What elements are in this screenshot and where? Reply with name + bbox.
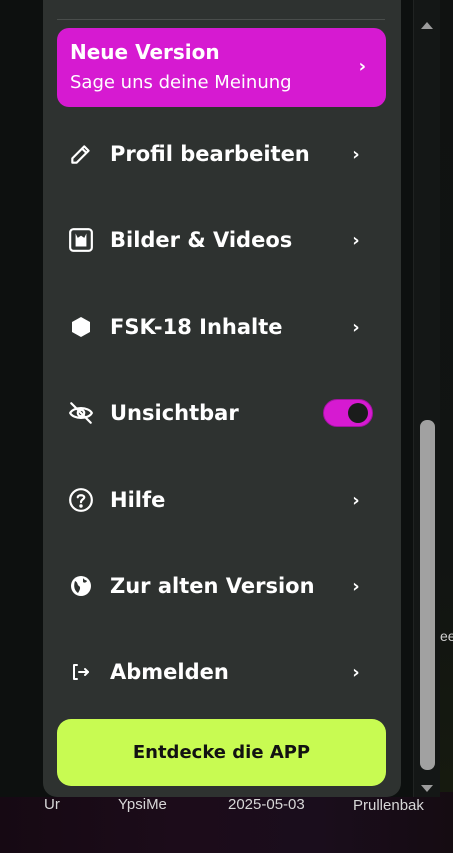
chevron-right-icon: › [352, 143, 360, 165]
eye-off-icon [68, 400, 94, 426]
menu-item-edit-profile[interactable]: Profil bearbeiten › [57, 130, 386, 178]
desktop-icon-label-recycle-bin[interactable]: Prullenbak [353, 797, 424, 814]
toggle-knob [348, 403, 368, 423]
menu-item-label: Profil bearbeiten [110, 142, 310, 166]
hexagon-icon [68, 314, 94, 340]
desktop-partial-text: ee [440, 628, 453, 644]
menu-item-old-version[interactable]: Zur alten Version › [57, 562, 386, 610]
menu-item-media[interactable]: Bilder & Videos › [57, 216, 386, 264]
desktop-icon-label-ypsime[interactable]: YpsiMe [118, 796, 167, 813]
globe-icon [68, 573, 94, 599]
promo-title: Neue Version [70, 40, 220, 64]
menu-item-label: Bilder & Videos [110, 228, 293, 252]
menu-item-label: Abmelden [110, 660, 229, 684]
menu-item-label: Hilfe [110, 488, 166, 512]
chevron-right-icon: › [352, 229, 360, 251]
menu-item-label: Unsichtbar [110, 401, 239, 425]
invisible-toggle[interactable] [323, 399, 373, 427]
chevron-right-icon: › [352, 575, 360, 597]
new-version-banner[interactable]: Neue Version Sage uns deine Meinung › [57, 28, 386, 107]
menu-item-logout[interactable]: Abmelden › [57, 648, 386, 696]
media-icon [68, 227, 94, 253]
menu-item-help[interactable]: Hilfe › [57, 476, 386, 524]
help-icon [68, 487, 94, 513]
menu-item-invisible[interactable]: Unsichtbar [57, 389, 386, 437]
chevron-right-icon: › [352, 316, 360, 338]
menu-item-label: Zur alten Version [110, 574, 315, 598]
desktop-icon-label-partial[interactable]: Ur [44, 796, 60, 813]
arrow-up-icon[interactable] [419, 16, 435, 29]
logout-icon [68, 659, 94, 685]
chevron-right-icon: › [352, 489, 360, 511]
chevron-right-icon: › [358, 56, 366, 77]
promo-subtitle: Sage uns deine Meinung [70, 72, 292, 93]
discover-app-button[interactable]: Entdecke die APP [57, 719, 386, 786]
menu-item-label: FSK-18 Inhalte [110, 315, 283, 339]
pencil-icon [68, 141, 94, 167]
arrow-down-icon[interactable] [419, 780, 435, 792]
desktop-icon-label-date[interactable]: 2025-05-03 [228, 796, 305, 813]
menu-item-adult-content[interactable]: FSK-18 Inhalte › [57, 303, 386, 351]
chevron-right-icon: › [352, 661, 360, 683]
scrollbar-thumb[interactable] [420, 420, 435, 770]
panel-divider [57, 19, 385, 20]
